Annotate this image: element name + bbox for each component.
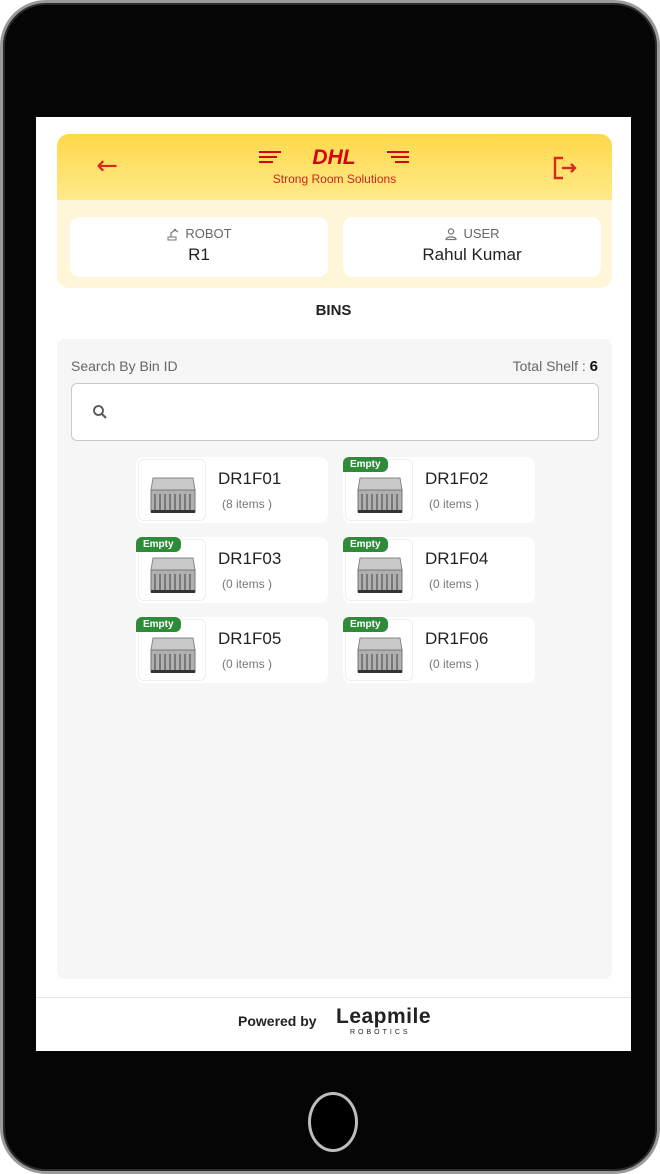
bin-item-count: (0 items ) <box>222 577 273 591</box>
user-card: USER Rahul Kumar <box>343 217 601 277</box>
total-shelf: Total Shelf : 6 <box>513 358 598 375</box>
bin-id: DR1F06 <box>425 629 489 648</box>
logout-button[interactable] <box>551 154 581 182</box>
back-button[interactable]: ← <box>91 152 123 182</box>
bin-grid: DR1F01 (8 items ) Empty DR1F02 (0 items … <box>136 457 536 683</box>
bin-box-icon <box>357 477 403 513</box>
total-shelf-value: 6 <box>589 358 598 375</box>
arrow-left-icon: ← <box>96 151 118 181</box>
bin-item-count: (0 items ) <box>222 657 273 671</box>
app-subtitle: Strong Room Solutions <box>272 172 397 186</box>
search-input[interactable] <box>120 392 580 432</box>
leapmile-logo-sub: ROBOTICS <box>350 1029 411 1036</box>
bin-card-dr1f03[interactable]: Empty DR1F03 (0 items ) <box>136 537 328 603</box>
device-frame: ← DHL Strong Room Solutions ROBOT R1 USE… <box>0 0 660 1174</box>
bin-box-icon <box>357 557 403 593</box>
empty-badge: Empty <box>343 617 388 632</box>
search-icon <box>93 405 107 419</box>
user-value: Rahul Kumar <box>422 245 522 264</box>
bin-id: DR1F02 <box>425 469 489 488</box>
home-button[interactable] <box>308 1092 358 1152</box>
logout-icon <box>553 156 577 180</box>
bins-panel: Search By Bin ID Total Shelf : 6 DR1F01 … <box>57 339 612 979</box>
empty-badge: Empty <box>136 537 181 552</box>
bin-item-count: (0 items ) <box>429 657 480 671</box>
bin-card-dr1f04[interactable]: Empty DR1F04 (0 items ) <box>343 537 535 603</box>
app-header: ← DHL Strong Room Solutions <box>57 134 612 200</box>
bin-box-icon <box>357 637 403 673</box>
bin-image <box>138 459 206 521</box>
empty-badge: Empty <box>343 537 388 552</box>
app-screen: ← DHL Strong Room Solutions ROBOT R1 USE… <box>36 117 631 1051</box>
robot-value: R1 <box>188 245 210 264</box>
robot-label: ROBOT <box>185 226 232 241</box>
user-label: USER <box>463 226 500 241</box>
bin-item-count: (8 items ) <box>222 497 273 511</box>
bin-id: DR1F05 <box>218 629 282 648</box>
dhl-logo: DHL <box>259 146 409 168</box>
powered-by-label: Powered by <box>238 1013 317 1029</box>
footer: Powered by Leapmile ROBOTICS <box>36 997 631 1051</box>
robot-arm-icon <box>167 228 179 240</box>
bin-box-icon <box>150 557 196 593</box>
bin-item-count: (0 items ) <box>429 577 480 591</box>
empty-badge: Empty <box>136 617 181 632</box>
bin-card-dr1f05[interactable]: Empty DR1F05 (0 items ) <box>136 617 328 683</box>
robot-card: ROBOT R1 <box>70 217 328 277</box>
search-box[interactable] <box>71 383 599 441</box>
total-shelf-label: Total Shelf : <box>512 358 586 374</box>
bin-card-dr1f06[interactable]: Empty DR1F06 (0 items ) <box>343 617 535 683</box>
bin-card-dr1f01[interactable]: DR1F01 (8 items ) <box>136 457 328 523</box>
bin-box-icon <box>150 637 196 673</box>
bin-id: DR1F04 <box>425 549 489 568</box>
leapmile-logo: Leapmile <box>336 1005 432 1028</box>
bin-id: DR1F03 <box>218 549 282 568</box>
svg-text:DHL: DHL <box>312 146 355 168</box>
empty-badge: Empty <box>343 457 388 472</box>
bin-item-count: (0 items ) <box>429 497 480 511</box>
page-title: BINS <box>315 302 352 319</box>
bin-box-icon <box>150 477 196 513</box>
user-icon <box>445 227 458 240</box>
session-info: ROBOT R1 USER Rahul Kumar <box>57 200 612 288</box>
bin-card-dr1f02[interactable]: Empty DR1F02 (0 items ) <box>343 457 535 523</box>
search-label: Search By Bin ID <box>71 358 178 374</box>
bin-id: DR1F01 <box>218 469 282 488</box>
